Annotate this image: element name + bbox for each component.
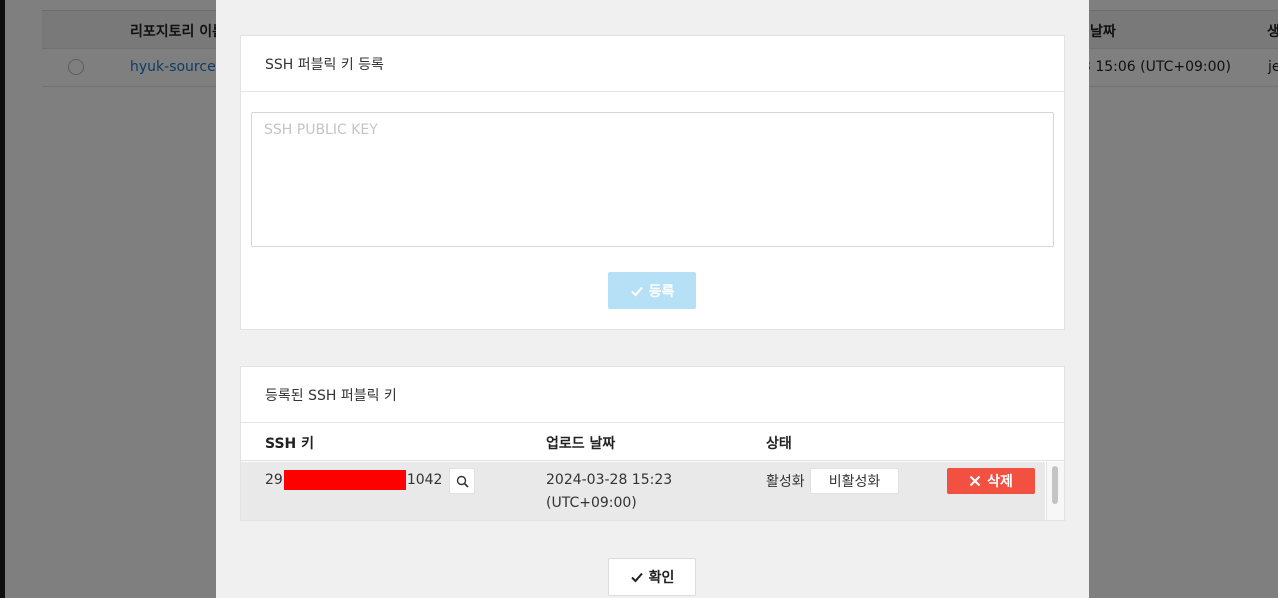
ssh-key-value: 29 1042 bbox=[265, 470, 442, 490]
ssh-key-modal: SSH 퍼블릭 키 등록 등록 등록된 SSH 퍼블릭 키 SSH 키 업로드 … bbox=[216, 0, 1089, 598]
ssh-key-suffix: 1042 bbox=[406, 472, 443, 488]
column-upload-date: 업로드 날짜 bbox=[546, 436, 616, 452]
delete-button[interactable]: 삭제 bbox=[947, 468, 1035, 494]
close-icon bbox=[969, 475, 981, 487]
register-button-label: 등록 bbox=[648, 283, 675, 300]
confirm-button-label: 확인 bbox=[648, 570, 675, 586]
column-status: 상태 bbox=[766, 436, 792, 452]
ssh-public-key-input[interactable] bbox=[251, 112, 1054, 247]
upload-date: 2024-03-28 15:23 (UTC+09:00) bbox=[546, 469, 672, 515]
registered-keys-card: 등록된 SSH 퍼블릭 키 SSH 키 업로드 날짜 상태 29 1042 20… bbox=[240, 366, 1065, 521]
status-text: 활성화 bbox=[766, 474, 805, 490]
list-scrollbar[interactable] bbox=[1046, 462, 1064, 520]
upload-date-line2: (UTC+09:00) bbox=[546, 495, 637, 511]
ssh-register-card: SSH 퍼블릭 키 등록 등록 bbox=[240, 35, 1065, 330]
register-card-title: SSH 퍼블릭 키 등록 bbox=[241, 36, 1064, 92]
redaction-bar bbox=[283, 470, 406, 490]
check-icon bbox=[630, 286, 643, 296]
register-button[interactable]: 등록 bbox=[608, 272, 696, 309]
deactivate-button[interactable]: 비활성화 bbox=[810, 468, 899, 494]
confirm-button[interactable]: 확인 bbox=[608, 558, 696, 596]
delete-button-label: 삭제 bbox=[987, 474, 1013, 490]
ssh-key-prefix: 29 bbox=[265, 472, 283, 488]
search-icon bbox=[456, 475, 469, 488]
table-row: 29 1042 2024-03-28 15:23 (UTC+09:00) 활성화… bbox=[241, 462, 1045, 520]
view-key-button[interactable] bbox=[449, 468, 475, 494]
keys-table-header: SSH 키 업로드 날짜 상태 bbox=[241, 423, 1064, 461]
registered-keys-title: 등록된 SSH 퍼블릭 키 bbox=[241, 367, 1064, 423]
check-icon bbox=[630, 572, 643, 583]
column-ssh-key: SSH 키 bbox=[265, 436, 315, 452]
scrollbar-thumb[interactable] bbox=[1052, 466, 1058, 504]
upload-date-line1: 2024-03-28 15:23 bbox=[546, 472, 673, 488]
